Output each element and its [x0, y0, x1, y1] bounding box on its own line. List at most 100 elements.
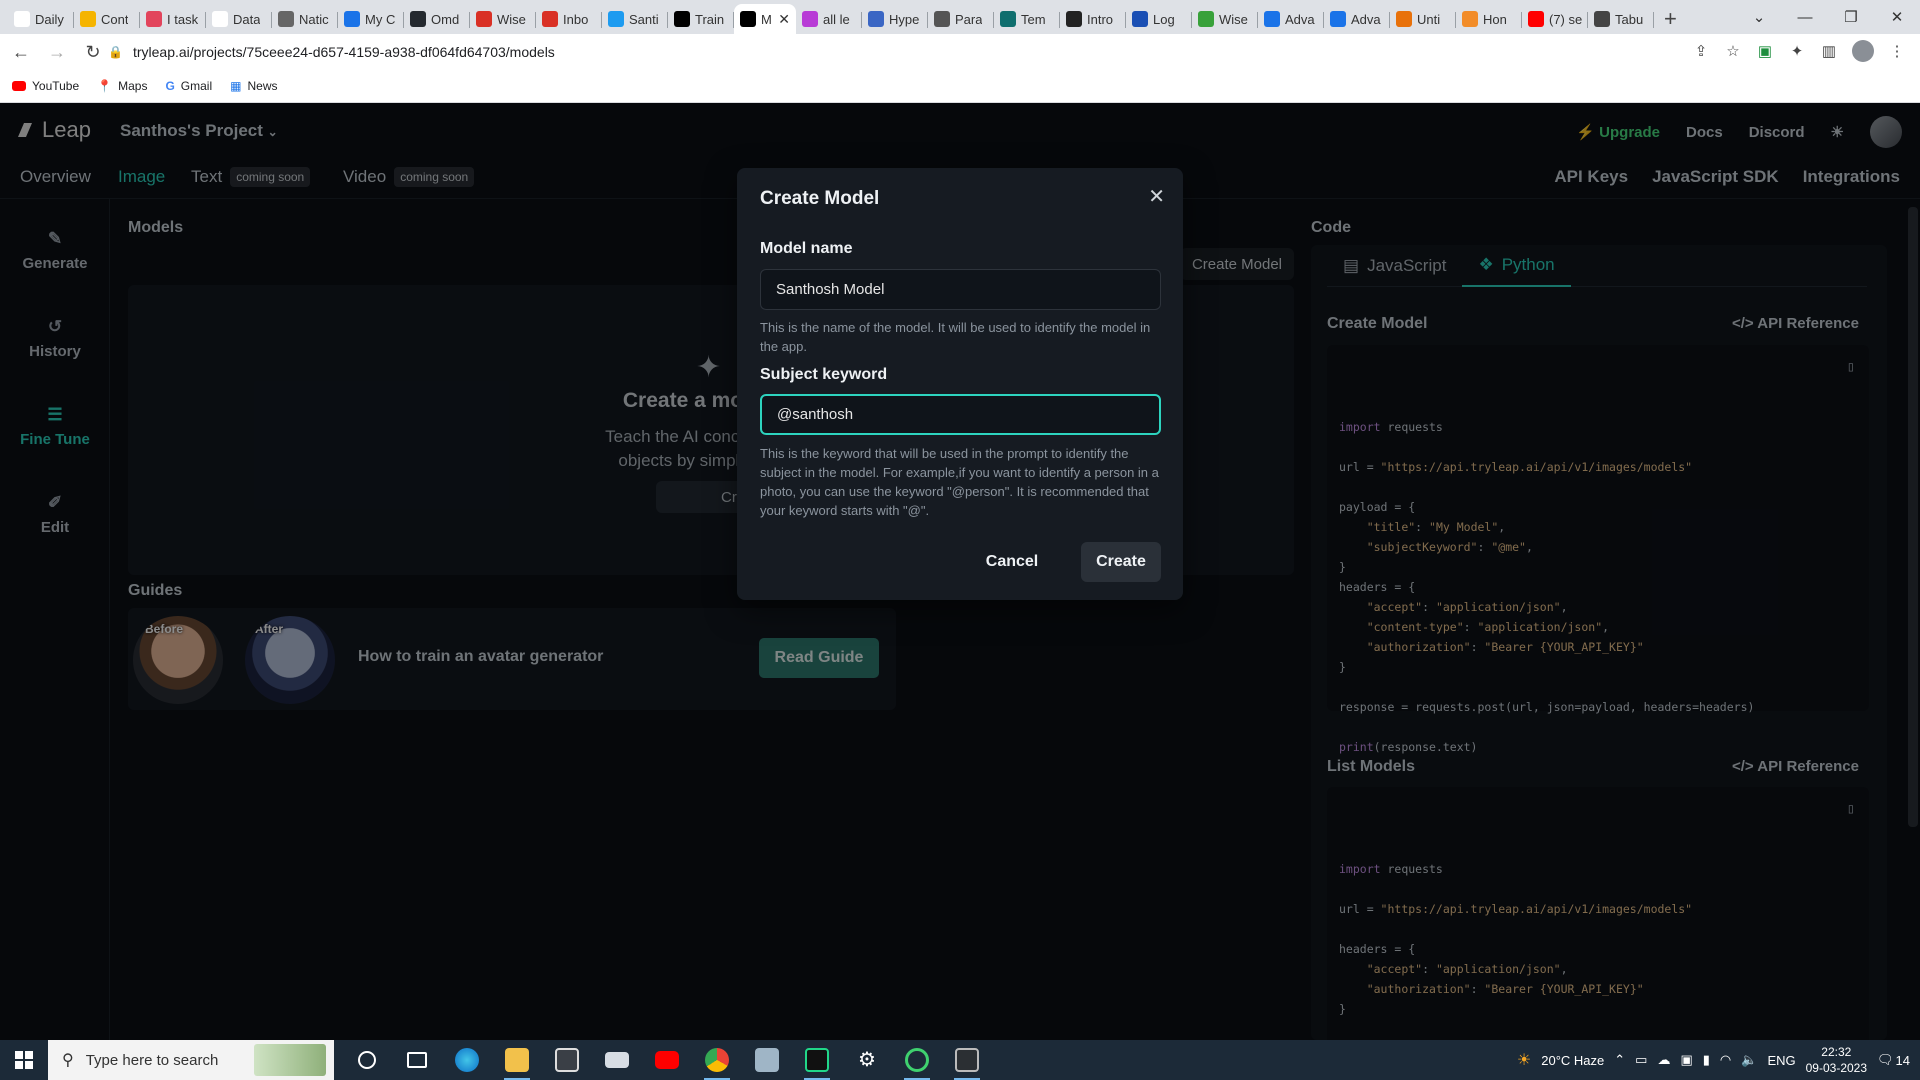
clock[interactable]: 22:32 09-03-2023: [1806, 1044, 1867, 1076]
wifi-icon[interactable]: ◠: [1720, 1052, 1731, 1068]
browser-tab[interactable]: Unti: [1390, 4, 1456, 34]
bookmark-news[interactable]: ▦ News: [230, 79, 277, 93]
settings-gear-icon[interactable]: ⚙: [842, 1040, 892, 1080]
tab-favicon-icon: [608, 11, 624, 27]
tab-favicon-icon: [1594, 11, 1610, 27]
forward-button[interactable]: →: [42, 37, 72, 67]
create-button[interactable]: Create: [1081, 542, 1161, 582]
tab-title: (7) se: [1549, 11, 1582, 27]
tab-favicon-icon: [1528, 11, 1544, 27]
mail-icon[interactable]: [592, 1040, 642, 1080]
browser-tab[interactable]: I task: [140, 4, 206, 34]
tray-app-icon[interactable]: ▭: [1635, 1052, 1647, 1068]
side-panel-icon[interactable]: ▥: [1820, 42, 1838, 60]
close-window-button[interactable]: ✕: [1874, 0, 1920, 34]
photos-app-icon[interactable]: [742, 1040, 792, 1080]
edge-icon[interactable]: [442, 1040, 492, 1080]
window-controls: ⌄ — ❐ ✕: [1736, 0, 1920, 34]
store-icon[interactable]: [542, 1040, 592, 1080]
browser-tab[interactable]: Adva: [1258, 4, 1324, 34]
browser-tab[interactable]: Data: [206, 4, 272, 34]
browser-tab[interactable]: (7) se: [1522, 4, 1588, 34]
subject-keyword-input[interactable]: [760, 394, 1161, 435]
browser-tab[interactable]: Hype: [862, 4, 928, 34]
tab-title: M: [761, 11, 772, 27]
tray-display-icon[interactable]: ▣: [1680, 1052, 1692, 1068]
search-icon: ⚲: [62, 1052, 74, 1069]
back-button[interactable]: ←: [6, 37, 36, 67]
browser-tab[interactable]: Para: [928, 4, 994, 34]
tab-favicon-icon: [410, 11, 426, 27]
minimize-button[interactable]: —: [1782, 0, 1828, 34]
lock-icon[interactable]: 🔒: [108, 45, 123, 59]
maps-pin-icon: 📍: [97, 79, 113, 93]
cortana-icon[interactable]: [342, 1040, 392, 1080]
url-field[interactable]: 🔒 tryleap.ai/projects/75ceee24-d657-4159…: [108, 38, 1708, 66]
browser-tab[interactable]: Tem: [994, 4, 1060, 34]
menu-dots-icon[interactable]: ⋮: [1888, 42, 1906, 60]
dialog-title: Create Model: [760, 188, 880, 209]
file-explorer-icon[interactable]: [492, 1040, 542, 1080]
youtube-app-icon[interactable]: [642, 1040, 692, 1080]
task-view-icon[interactable]: [392, 1040, 442, 1080]
extensions-puzzle-icon[interactable]: ✦: [1788, 42, 1806, 60]
share-icon[interactable]: ⇪: [1692, 42, 1710, 60]
browser-tab[interactable]: Inbo: [536, 4, 602, 34]
browser-tab[interactable]: Santi: [602, 4, 668, 34]
close-tab-icon[interactable]: ✕: [778, 11, 790, 28]
youtube-icon: [12, 81, 26, 91]
pycharm-icon[interactable]: [792, 1040, 842, 1080]
browser-tab[interactable]: Omd: [404, 4, 470, 34]
bookmark-label: News: [247, 79, 278, 93]
browser-tab[interactable]: Log: [1126, 4, 1192, 34]
extension-green-icon[interactable]: ▣: [1756, 42, 1774, 60]
browser-tab[interactable]: Intro: [1060, 4, 1126, 34]
tab-title: Daily: [35, 11, 64, 27]
battery-icon[interactable]: ▮: [1703, 1052, 1710, 1068]
bookmark-gmail[interactable]: G Gmail: [165, 79, 212, 93]
bookmark-youtube[interactable]: YouTube: [12, 79, 79, 93]
notifications-button[interactable]: 🗨 14: [1877, 1052, 1910, 1068]
model-name-input[interactable]: [760, 269, 1161, 310]
tab-title: Wise: [1219, 11, 1248, 27]
new-tab-button[interactable]: +: [1664, 4, 1677, 34]
volume-icon[interactable]: 🔈: [1741, 1052, 1757, 1068]
profile-avatar[interactable]: [1852, 40, 1874, 62]
browser-tab[interactable]: Hon: [1456, 4, 1522, 34]
chrome-icon[interactable]: [692, 1040, 742, 1080]
browser-tab[interactable]: Train: [668, 4, 734, 34]
calculator-icon[interactable]: [942, 1040, 992, 1080]
start-button[interactable]: [0, 1040, 48, 1080]
maximize-button[interactable]: ❐: [1828, 0, 1874, 34]
browser-tab[interactable]: Wise: [470, 4, 536, 34]
windows-taskbar: ⚲ Type here to search ⚙ ☀ 20°C Haze ⌃ ▭ …: [0, 1040, 1920, 1080]
chevron-up-icon[interactable]: ⌃: [1614, 1052, 1625, 1068]
browser-tab[interactable]: M ✕: [734, 4, 796, 34]
model-name-label: Model name: [760, 240, 853, 257]
tray-cloud-icon[interactable]: ☁: [1657, 1052, 1670, 1068]
browser-tab[interactable]: Daily: [8, 4, 74, 34]
close-icon[interactable]: ✕: [1148, 184, 1165, 209]
browser-tab[interactable]: Adva: [1324, 4, 1390, 34]
google-g-icon: G: [165, 79, 175, 93]
tab-favicon-icon: [212, 11, 228, 27]
tab-favicon-icon: [80, 11, 96, 27]
tab-search-icon[interactable]: ⌄: [1736, 0, 1782, 34]
bookmark-star-icon[interactable]: ☆: [1724, 42, 1742, 60]
browser-tab[interactable]: My C: [338, 4, 404, 34]
browser-tab[interactable]: Natic: [272, 4, 338, 34]
tab-favicon-icon: [542, 11, 558, 27]
taskbar-search[interactable]: ⚲ Type here to search: [48, 1040, 334, 1080]
browser-tab[interactable]: Cont: [74, 4, 140, 34]
cancel-button[interactable]: Cancel: [977, 542, 1047, 582]
browser-tab[interactable]: Tabu: [1588, 4, 1654, 34]
loading-app-icon[interactable]: [892, 1040, 942, 1080]
tab-title: Wise: [497, 11, 526, 27]
language-indicator[interactable]: ENG: [1767, 1053, 1795, 1068]
browser-tab[interactable]: all le: [796, 4, 862, 34]
reload-button[interactable]: ↻: [78, 37, 108, 67]
weather-text[interactable]: 20°C Haze: [1541, 1053, 1604, 1068]
bookmark-maps[interactable]: 📍 Maps: [97, 79, 147, 93]
tab-favicon-icon: [802, 11, 818, 27]
browser-tab[interactable]: Wise: [1192, 4, 1258, 34]
